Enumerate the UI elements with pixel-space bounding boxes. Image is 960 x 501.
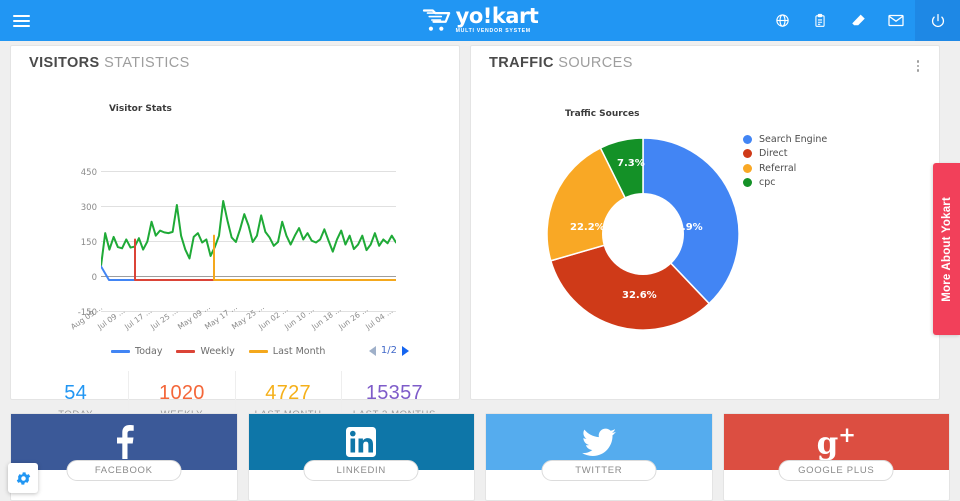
donut-legend-swatch-cpc <box>743 178 752 188</box>
pager-prev-icon[interactable] <box>368 345 376 356</box>
donut-legend-swatch-search-engine <box>743 134 752 144</box>
social-tile-google-plus[interactable]: g+ GOOGLE PLUS <box>722 413 950 501</box>
donut-legend-label-referral: Referral <box>759 162 797 174</box>
chart-pager: 1/2 <box>368 345 409 356</box>
traffic-title-light: SOURCES <box>558 55 633 71</box>
page-title: VISITORS STATISTICS <box>29 55 190 71</box>
more-about-yokart-tab[interactable]: More About Yokart <box>933 163 960 335</box>
donut-legend-item-direct[interactable]: Direct <box>743 147 827 162</box>
legend-swatch-today <box>111 350 130 353</box>
twitter-icon <box>581 428 616 456</box>
social-tile-facebook[interactable]: FACEBOOK <box>10 413 238 501</box>
traffic-panel-title: TRAFFIC SOURCES <box>489 55 633 71</box>
donut-legend-label-direct: Direct <box>759 148 788 160</box>
visitors-statistics-panel: VISITORS STATISTICS Visitor Stats 450 30… <box>10 45 460 431</box>
brand-logo[interactable]: yo!kart MULTI VENDOR SYSTEM <box>422 6 539 34</box>
stat-last-3-months-value: 15357 <box>365 382 423 404</box>
social-tile-twitter[interactable]: TWITTER <box>485 413 713 501</box>
traffic-donut-chart: 37.9% 32.6% 22.2% 7.3% <box>543 134 743 334</box>
stat-last-month-value: 4727 <box>265 382 311 404</box>
social-tiles-row: FACEBOOK LINKEDIN TWITTER g+ GOOGLE PLUS <box>10 413 950 501</box>
legend-label-last-month: Last Month <box>272 346 326 357</box>
line-chart-legend: Today Weekly Last Month <box>111 346 325 357</box>
facebook-icon <box>116 425 134 459</box>
stat-weekly-value: 1020 <box>159 382 205 404</box>
legend-label-today: Today <box>135 346 163 357</box>
y-tick-150: 150 <box>80 238 97 248</box>
hamburger-menu-icon[interactable] <box>0 0 42 41</box>
donut-label-search-engine: 37.9% <box>668 222 703 233</box>
y-tick-450: 450 <box>80 168 97 178</box>
twitter-button[interactable]: TWITTER <box>541 460 657 481</box>
mail-icon[interactable] <box>877 0 915 41</box>
top-header: yo!kart MULTI VENDOR SYSTEM <box>0 0 960 41</box>
donut-label-referral: 22.2% <box>570 222 605 233</box>
stat-today-value: 54 <box>64 382 88 404</box>
social-tile-linkedin[interactable]: LINKEDIN <box>247 413 475 501</box>
visitors-title-light: STATISTICS <box>104 55 190 71</box>
logo-subtitle: MULTI VENDOR SYSTEM <box>455 28 531 35</box>
legend-item-today[interactable]: Today <box>111 346 162 357</box>
power-icon[interactable] <box>915 0 960 41</box>
pager-page-number: 1/2 <box>380 345 397 356</box>
y-tick-300: 300 <box>80 203 97 213</box>
legend-label-weekly: Weekly <box>200 346 235 357</box>
legend-item-last-month[interactable]: Last Month <box>248 346 326 357</box>
legend-swatch-weekly <box>176 350 196 353</box>
line-series-last-month <box>213 234 396 281</box>
google-plus-icon: g+ <box>816 422 856 462</box>
donut-legend-swatch-direct <box>743 149 752 159</box>
y-tick-0: 0 <box>91 273 97 283</box>
donut-legend-swatch-referral <box>743 163 752 173</box>
line-chart-title: Visitor Stats <box>109 104 172 114</box>
eraser-icon[interactable] <box>839 0 877 41</box>
visitors-title-bold: VISITORS <box>29 55 100 71</box>
kebab-menu-icon[interactable] <box>911 58 925 74</box>
line-series-weekly <box>134 238 215 281</box>
linkedin-button[interactable]: LINKEDIN <box>303 460 419 481</box>
donut-legend: Search Engine Direct Referral cpc <box>743 132 827 190</box>
dashboard-root: yo!kart MULTI VENDOR SYSTEM VISITORS STA… <box>0 0 960 501</box>
line-series-today <box>101 265 136 281</box>
traffic-sources-panel: TRAFFIC SOURCES Traffic Sources 37.9% 32… <box>470 45 940 400</box>
linkedin-icon <box>346 427 377 457</box>
line-series-visitors <box>101 199 396 268</box>
more-about-yokart-label: More About Yokart <box>940 196 953 302</box>
globe-icon[interactable] <box>763 0 801 41</box>
settings-fab-button[interactable] <box>8 463 38 493</box>
gear-icon <box>16 471 30 485</box>
legend-item-weekly[interactable]: Weekly <box>176 346 235 357</box>
traffic-title-bold: TRAFFIC <box>489 55 554 71</box>
google-plus-button[interactable]: GOOGLE PLUS <box>778 460 894 481</box>
header-icon-group <box>763 0 960 41</box>
donut-legend-item-referral[interactable]: Referral <box>743 161 827 176</box>
visitor-line-chart <box>101 171 396 312</box>
donut-legend-item-search-engine[interactable]: Search Engine <box>743 132 827 147</box>
donut-legend-item-cpc[interactable]: cpc <box>743 176 827 191</box>
legend-swatch-last-month <box>248 350 268 353</box>
cart-icon <box>422 9 450 32</box>
donut-label-direct: 32.6% <box>622 290 657 301</box>
donut-legend-label-search-engine: Search Engine <box>759 133 828 145</box>
donut-chart-title: Traffic Sources <box>565 109 640 119</box>
pager-next-icon[interactable] <box>402 345 409 356</box>
donut-legend-label-cpc: cpc <box>759 177 776 189</box>
clipboard-icon[interactable] <box>801 0 839 41</box>
facebook-button[interactable]: FACEBOOK <box>66 460 182 481</box>
logo-name: yo!kart <box>455 4 539 29</box>
donut-label-cpc: 7.3% <box>617 158 645 169</box>
